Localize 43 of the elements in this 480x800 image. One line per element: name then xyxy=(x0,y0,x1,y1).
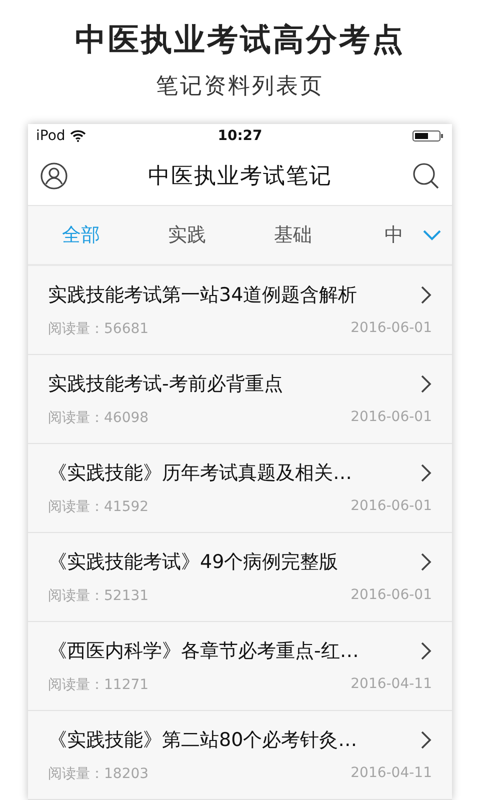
read-count: 阅读量：56681 xyxy=(48,320,149,338)
chevron-down-icon xyxy=(422,229,442,241)
read-count: 阅读量：18203 xyxy=(48,765,149,783)
carrier-label: iPod xyxy=(36,128,66,144)
note-date: 2016-06-01 xyxy=(350,320,432,338)
category-tab[interactable]: 中 xyxy=(358,206,404,264)
note-date: 2016-04-11 xyxy=(350,765,432,783)
note-date: 2016-06-01 xyxy=(350,498,432,516)
battery-icon xyxy=(412,128,444,143)
chevron-right-icon xyxy=(420,552,432,572)
chevron-right-icon xyxy=(420,374,432,394)
wifi-icon xyxy=(70,130,86,142)
profile-icon[interactable] xyxy=(40,162,68,190)
read-count: 阅读量：52131 xyxy=(48,587,149,605)
note-title: 实践技能考试-考前必背重点 xyxy=(48,372,283,397)
note-title: 《西医内科学》各章节必考重点-红… xyxy=(48,639,359,664)
note-title: 《实践技能考试》49个病例完整版 xyxy=(48,550,338,575)
subtitle: 笔记资料列表页 xyxy=(156,73,324,101)
note-date: 2016-06-01 xyxy=(350,587,432,605)
note-row[interactable]: 实践技能考试-考前必背重点 阅读量：46098 2016-06-01 xyxy=(28,355,452,444)
note-title: 实践技能考试第一站34道例题含解析 xyxy=(48,283,358,308)
headline: 中医执业考试高分考点 xyxy=(75,21,405,60)
category-tab[interactable]: 实践 xyxy=(134,206,240,264)
note-row[interactable]: 《西医内科学》各章节必考重点-红… 阅读量：11271 2016-04-11 xyxy=(28,622,452,711)
note-row[interactable]: 《实践技能》历年考试真题及相关… 阅读量：41592 2016-06-01 xyxy=(28,444,452,533)
note-row[interactable]: 实践技能考试第一站34道例题含解析 阅读量：56681 2016-06-01 xyxy=(28,266,452,355)
chevron-right-icon xyxy=(420,641,432,661)
chevron-right-icon xyxy=(420,463,432,483)
note-row[interactable]: 《实践技能考试》49个病例完整版 阅读量：52131 2016-06-01 xyxy=(28,533,452,622)
chevron-right-icon xyxy=(420,730,432,750)
clock: 10:27 xyxy=(218,128,262,144)
chevron-right-icon xyxy=(420,285,432,305)
search-icon[interactable] xyxy=(412,162,440,190)
read-count: 阅读量：11271 xyxy=(48,676,149,694)
nav-title: 中医执业考试笔记 xyxy=(148,163,332,192)
read-count: 阅读量：46098 xyxy=(48,409,149,427)
category-tab[interactable]: 基础 xyxy=(240,206,346,264)
read-count: 阅读量：41592 xyxy=(48,498,149,516)
note-date: 2016-06-01 xyxy=(350,409,432,427)
note-title: 《实践技能》历年考试真题及相关… xyxy=(48,461,352,486)
note-row[interactable]: 《实践技能》第二站80个必考针灸… 阅读量：18203 2016-04-11 xyxy=(28,711,452,800)
note-title: 《实践技能》第二站80个必考针灸… xyxy=(48,728,358,753)
note-date: 2016-04-11 xyxy=(350,676,432,694)
